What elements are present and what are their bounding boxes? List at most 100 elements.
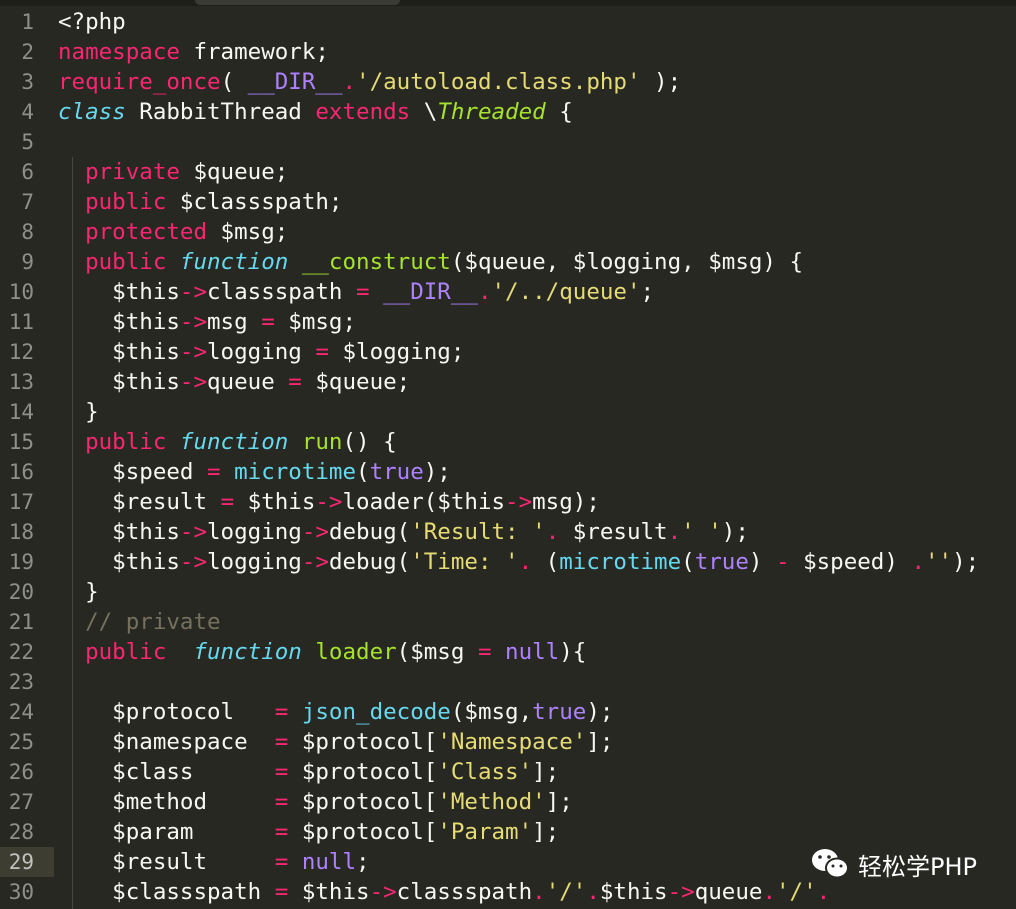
code-token: =: [207, 459, 221, 485]
code-line[interactable]: $result = $this->loader($this->msg);: [58, 487, 1016, 517]
code-token: =: [274, 759, 289, 785]
line-number-gutter: 1 2 3 4 5 6 7 8 9 10 11 12 13 14 15 16 17 18 19 20 21 22 23 24 2…: [0, 7, 54, 907]
code-token: protected: [85, 219, 208, 245]
code-token: json_decode: [301, 699, 451, 725]
code-line[interactable]: require_once( __DIR__.'/autoload.class.p…: [58, 67, 1016, 97]
code-token: =: [315, 339, 329, 365]
line-number: 18: [8, 520, 34, 544]
code-token: public: [85, 189, 167, 215]
code-line[interactable]: }: [58, 577, 1016, 607]
code-line[interactable]: // private: [58, 607, 1016, 637]
code-token: $method: [58, 789, 275, 815]
line-number: 6: [21, 160, 34, 184]
code-token: (: [356, 459, 370, 485]
code-token: '/': [545, 879, 587, 905]
line-number: 21: [8, 610, 34, 634]
code-token: .: [477, 279, 492, 305]
code-token: ($msg,: [450, 699, 533, 725]
code-token: .: [545, 519, 560, 545]
code-line[interactable]: $this->logging->debug('Result: '. $resul…: [58, 517, 1016, 547]
code-line[interactable]: public function __construct($queue, $log…: [58, 247, 1016, 277]
code-line[interactable]: $this->logging = $logging;: [58, 337, 1016, 367]
code-token: $result: [58, 489, 221, 515]
code-line[interactable]: $speed = microtime(true);: [58, 457, 1016, 487]
code-line[interactable]: $param = $protocol['Param'];: [58, 817, 1016, 847]
code-editor[interactable]: <?php namespace framework; require_once( _…: [58, 7, 1016, 907]
line-number: 4: [21, 100, 34, 124]
code-token: msg);: [532, 489, 600, 515]
code-token: '': [925, 549, 953, 575]
code-token: ;: [356, 849, 370, 875]
code-line[interactable]: $this->queue = $queue;: [58, 367, 1016, 397]
code-token: queue: [207, 369, 289, 395]
code-line[interactable]: [58, 127, 1016, 157]
code-token: }: [58, 579, 99, 605]
code-token: .: [586, 879, 600, 905]
code-token: function: [179, 249, 289, 275]
code-token: debug(: [328, 549, 411, 575]
code-line[interactable]: public function run() {: [58, 427, 1016, 457]
line-number: 7: [21, 190, 34, 214]
code-line[interactable]: $namespace = $protocol['Namespace'];: [58, 727, 1016, 757]
code-token: loader($this: [342, 489, 506, 515]
code-token: ];: [532, 819, 560, 845]
code-line[interactable]: protected $msg;: [58, 217, 1016, 247]
code-line[interactable]: $class = $protocol['Class'];: [58, 757, 1016, 787]
code-token: '/../queue': [491, 279, 641, 305]
code-token: true: [694, 549, 749, 575]
code-line[interactable]: public function loader($msg = null){: [58, 637, 1016, 667]
line-number: 8: [21, 220, 34, 244]
code-token: ];: [545, 789, 573, 815]
code-line[interactable]: <?php: [58, 7, 1016, 37]
line-number: 23: [8, 670, 34, 694]
wechat-icon: [812, 849, 849, 879]
code-token: (: [681, 549, 695, 575]
code-token: __construct: [301, 249, 451, 275]
code-line[interactable]: $protocol = json_decode($msg,true);: [58, 697, 1016, 727]
code-token: $msg;: [207, 219, 289, 245]
code-token: .: [762, 879, 776, 905]
code-token: {: [545, 99, 573, 125]
code-line[interactable]: $this->logging->debug('Time: '. (microti…: [58, 547, 1016, 577]
line-number: 26: [8, 760, 34, 784]
code-line[interactable]: $this->classspath = __DIR__.'/../queue';: [58, 277, 1016, 307]
code-token: =: [274, 789, 289, 815]
code-token: <?php: [58, 9, 126, 35]
code-token: queue: [694, 879, 763, 905]
code-token: =: [274, 819, 289, 845]
code-line[interactable]: [58, 667, 1016, 697]
code-line[interactable]: $this->msg = $msg;: [58, 307, 1016, 337]
code-token: ->: [301, 519, 329, 545]
code-line[interactable]: private $queue;: [58, 157, 1016, 187]
code-token: debug(: [328, 519, 411, 545]
code-line[interactable]: namespace framework;: [58, 37, 1016, 67]
watermark-text: 轻松学PHP: [858, 852, 977, 881]
code-token: =: [274, 849, 289, 875]
watermark: 轻松学PHP: [810, 846, 977, 882]
code-line[interactable]: }: [58, 397, 1016, 427]
code-token: $this: [58, 279, 180, 305]
code-line[interactable]: class RabbitThread extends \Threaded {: [58, 97, 1016, 127]
code-token: true: [532, 699, 587, 725]
code-line[interactable]: $method = $protocol['Method'];: [58, 787, 1016, 817]
line-number: 10: [8, 280, 34, 304]
code-token: ];: [586, 729, 614, 755]
code-token: );: [721, 519, 749, 545]
editor-tab[interactable]: [195, 0, 400, 5]
code-token: microtime: [234, 459, 357, 485]
line-number: 2: [21, 40, 34, 64]
code-token: $protocol[: [288, 729, 438, 755]
code-token: (: [532, 549, 560, 575]
line-number: 20: [8, 580, 34, 604]
code-token: -: [775, 549, 790, 575]
code-line[interactable]: public $classspath;: [58, 187, 1016, 217]
line-number: 30: [8, 880, 34, 904]
line-number: 22: [8, 640, 34, 664]
